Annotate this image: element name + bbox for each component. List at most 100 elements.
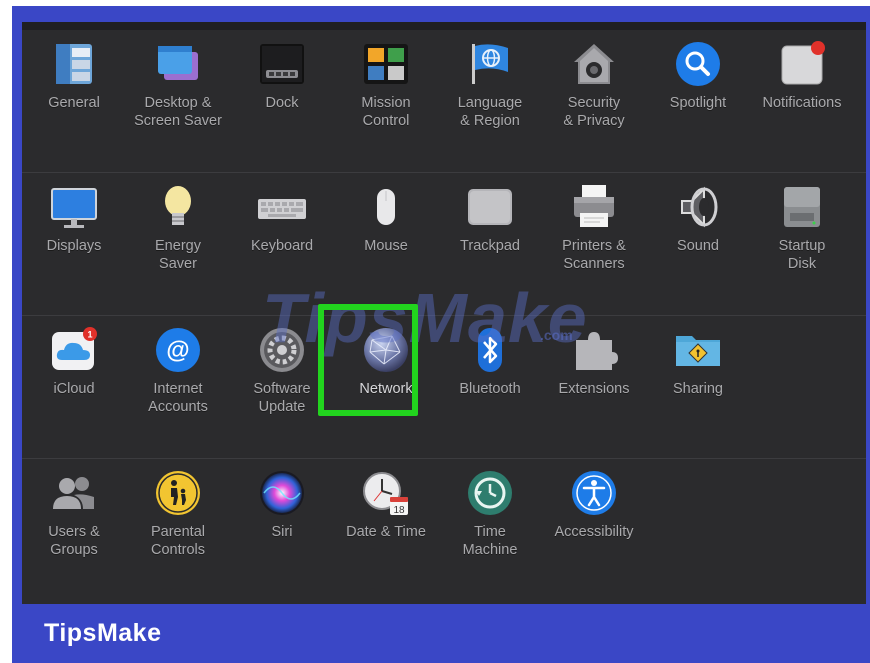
pref-desktop-screen-saver[interactable]: Desktop & Screen Saver: [126, 30, 230, 160]
displays-icon: [50, 183, 98, 231]
date-time-icon: 18: [362, 469, 410, 517]
pref-startup-disk[interactable]: Startup Disk: [750, 173, 854, 303]
pref-keyboard[interactable]: Keyboard: [230, 173, 334, 303]
pref-label: Bluetooth: [459, 381, 521, 397]
pref-date-time[interactable]: 18 Date & Time: [334, 459, 438, 589]
security-privacy-icon: [570, 40, 618, 88]
general-icon: [50, 40, 98, 88]
pref-label: Displays: [46, 238, 102, 254]
users-groups-icon: [50, 469, 98, 517]
dock-icon: [258, 40, 306, 88]
pref-sharing[interactable]: Sharing: [646, 316, 750, 446]
printer-icon: [570, 183, 618, 231]
spotlight-icon: [674, 40, 722, 88]
footer-banner: TipsMake: [12, 604, 870, 663]
extensions-icon: [570, 326, 618, 374]
pref-parental-controls[interactable]: Parental Controls: [126, 459, 230, 589]
frame-border-top: [12, 6, 870, 22]
icloud-icon: 1: [50, 326, 98, 374]
pref-notifications[interactable]: Notifications: [750, 30, 854, 160]
time-machine-icon: [466, 469, 514, 517]
pref-users-groups[interactable]: Users & Groups: [22, 459, 126, 589]
pref-trackpad[interactable]: Trackpad: [438, 173, 542, 303]
internet-accounts-icon: @: [154, 326, 202, 374]
frame-border-right: [866, 6, 870, 610]
pref-icloud[interactable]: 1 iCloud: [22, 316, 126, 446]
energy-saver-icon: [154, 183, 202, 231]
pref-label: Language & Region: [457, 95, 523, 129]
frame-border-left: [12, 6, 22, 610]
pref-mission-control[interactable]: Mission Control: [334, 30, 438, 160]
pref-label: Siri: [271, 524, 293, 540]
pref-label: Date & Time: [346, 524, 426, 540]
pref-bluetooth[interactable]: Bluetooth: [438, 316, 542, 446]
pref-label: Spotlight: [669, 95, 727, 111]
software-update-icon: [258, 326, 306, 374]
pref-security-privacy[interactable]: Security & Privacy: [542, 30, 646, 160]
pref-sound[interactable]: Sound: [646, 173, 750, 303]
screenshot-frame: General Desktop & Screen Saver Dock Miss…: [0, 0, 870, 663]
pref-label: Printers & Scanners: [562, 238, 626, 272]
pref-software-update[interactable]: Software Update: [230, 316, 334, 446]
calendar-day: 18: [393, 505, 405, 516]
pref-label: Users & Groups: [48, 524, 100, 558]
pref-dock[interactable]: Dock: [230, 30, 334, 160]
pref-label: Sound: [677, 238, 719, 254]
mission-control-icon: [362, 40, 410, 88]
pref-displays[interactable]: Displays: [22, 173, 126, 303]
mouse-icon: [362, 183, 410, 231]
pref-siri[interactable]: Siri: [230, 459, 334, 589]
pref-internet-accounts[interactable]: @ Internet Accounts: [126, 316, 230, 446]
pref-network[interactable]: Network: [334, 316, 438, 446]
pref-label: iCloud: [53, 381, 95, 397]
siri-icon: [258, 469, 306, 517]
pref-label: Security & Privacy: [563, 95, 625, 129]
pref-label: Startup Disk: [778, 238, 826, 272]
pref-label: Internet Accounts: [148, 381, 208, 415]
footer-brand: TipsMake: [44, 619, 162, 647]
pref-label: Notifications: [762, 95, 842, 111]
pref-label: Desktop & Screen Saver: [134, 95, 222, 129]
pref-label: Mission Control: [361, 95, 411, 129]
toolbar-strip: [22, 22, 866, 30]
pref-label: Time Machine: [462, 524, 518, 558]
pref-accessibility[interactable]: Accessibility: [542, 459, 646, 589]
pref-label: General: [48, 95, 100, 111]
pref-label: Trackpad: [460, 238, 520, 254]
keyboard-icon: [258, 183, 306, 231]
trackpad-icon: [466, 183, 514, 231]
sound-icon: [674, 183, 722, 231]
svg-text:@: @: [166, 337, 189, 364]
pref-label: Dock: [265, 95, 299, 111]
accessibility-icon: [570, 469, 618, 517]
startup-disk-icon: [778, 183, 826, 231]
pref-label: Accessibility: [554, 524, 634, 540]
preference-row-hardware: Displays Energy Saver Keyboard Mouse Tra…: [22, 173, 866, 316]
pref-label: Mouse: [364, 238, 408, 254]
network-icon: [362, 326, 410, 374]
pref-label: Parental Controls: [150, 524, 205, 558]
pref-label: Software Update: [253, 381, 311, 415]
desktop-screensaver-icon: [154, 40, 202, 88]
preference-row-internet-wireless: 1 iCloud @ Internet Accounts Software Up…: [22, 316, 866, 459]
language-region-icon: [466, 40, 514, 88]
pref-extensions[interactable]: Extensions: [542, 316, 646, 446]
parental-controls-icon: [154, 469, 202, 517]
preference-row-system: Users & Groups Parental Controls Siri 18…: [22, 459, 866, 602]
icloud-badge-count: 1: [87, 330, 92, 340]
pref-time-machine[interactable]: Time Machine: [438, 459, 542, 589]
system-preferences-panel: General Desktop & Screen Saver Dock Miss…: [22, 22, 866, 604]
pref-mouse[interactable]: Mouse: [334, 173, 438, 303]
pref-printers-scanners[interactable]: Printers & Scanners: [542, 173, 646, 303]
pref-label: Extensions: [558, 381, 630, 397]
pref-label: Network: [359, 381, 413, 397]
pref-label: Energy Saver: [155, 238, 201, 272]
pref-general[interactable]: General: [22, 30, 126, 160]
sharing-icon: [674, 326, 722, 374]
pref-energy-saver[interactable]: Energy Saver: [126, 173, 230, 303]
pref-spotlight[interactable]: Spotlight: [646, 30, 750, 160]
pref-label: Keyboard: [250, 238, 314, 254]
pref-language-region[interactable]: Language & Region: [438, 30, 542, 160]
notifications-icon: [778, 40, 826, 88]
preference-row-personal: General Desktop & Screen Saver Dock Miss…: [22, 30, 866, 173]
